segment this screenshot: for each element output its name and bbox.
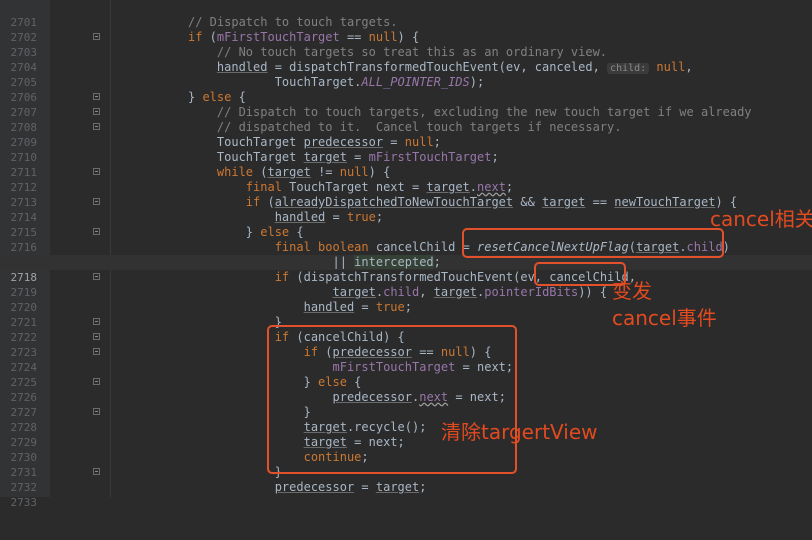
code-line: 2708 // Dispatch to touch targets, exclu… (0, 105, 812, 134)
annotation-trigger-line1: 变发 (612, 279, 652, 303)
fold-marker-icon[interactable] (93, 273, 100, 280)
code-line: 2702 // Dispatch to touch targets. (0, 15, 812, 44)
line-number: 2733 (10, 496, 38, 509)
code-text: TouchTarget.ALL_POINTER_IDS); (188, 75, 485, 89)
code-text: handled = true; (274, 210, 384, 224)
code-line: 2715 handled = true; (0, 210, 812, 239)
code-text: || intercepted; (188, 255, 441, 269)
code-line: 2704 // No touch targets so treat this a… (0, 45, 812, 74)
code-text: handled = true; (303, 300, 412, 314)
code-line: 2701 (0, 0, 812, 29)
fold-marker-icon[interactable] (93, 378, 100, 385)
code-line: 2711 TouchTarget target = mFirstTouchTar… (0, 150, 812, 179)
code-line: 2710 TouchTarget predecessor = null; (0, 135, 812, 164)
comment: // Dispatch to touch targets, excluding … (216, 105, 752, 119)
parameter-hint: child: (607, 63, 650, 74)
code-text: // Dispatch to touch targets. (188, 15, 398, 30)
annotation-box-reset-flag (462, 228, 724, 258)
code-line: 2713 final TouchTarget next = target.nex… (0, 180, 812, 209)
code-text: target.child, target.pointerIdBits)) { (332, 285, 608, 299)
annotation-clear-target: 清除targertView (441, 420, 598, 444)
comment: // Dispatch to touch targets. (188, 15, 398, 29)
code-text: if (alreadyDispatchedToNewTouchTarget &&… (245, 195, 738, 209)
code-text: // Dispatch to touch targets, excluding … (188, 105, 752, 120)
comment: // No touch targets so treat this as an … (216, 45, 608, 59)
comment: // dispatched to it. Cancel touch target… (216, 120, 622, 134)
code-text: while (target != null) { (216, 165, 391, 179)
annotation-trigger-line2: cancel事件 (612, 306, 717, 330)
fold-marker-icon[interactable] (93, 333, 100, 340)
code-line: 2709 // dispatched to it. Cancel touch t… (0, 120, 812, 149)
code-line: 2703 if (mFirstTouchTarget == null) { (0, 30, 812, 59)
code-text: TouchTarget predecessor = null; (188, 135, 441, 149)
fold-marker-icon[interactable] (93, 468, 100, 475)
code-line: 2707 } else { (0, 90, 812, 119)
code-line: 2705 handled = dispatchTransformedTouchE… (0, 60, 812, 89)
code-line: 2712 while (target != null) { (0, 165, 812, 194)
code-line: 2720 target.child, target.pointerIdBits)… (0, 285, 812, 314)
code-line: 2733 predecessor = target; (0, 480, 812, 509)
fold-marker-icon[interactable] (93, 168, 100, 175)
fold-marker-icon[interactable] (93, 348, 100, 355)
fold-marker-icon[interactable] (93, 108, 100, 115)
code-text: predecessor = target; (274, 480, 427, 494)
fold-marker-icon[interactable] (93, 228, 100, 235)
code-text: // dispatched to it. Cancel touch target… (188, 120, 622, 135)
annotation-box-cancel-block (267, 325, 517, 474)
code-text: TouchTarget target = mFirstTouchTarget; (188, 150, 499, 164)
code-line: 2719 if (dispatchTransformedTouchEvent(e… (0, 270, 812, 299)
code-line: 2706 TouchTarget.ALL_POINTER_IDS); (0, 75, 812, 104)
fold-marker-icon[interactable] (93, 198, 100, 205)
code-text: handled = dispatchTransformedTouchEvent(… (216, 60, 693, 74)
fold-marker-icon[interactable] (93, 318, 100, 325)
fold-marker-icon[interactable] (93, 33, 100, 40)
code-text: final TouchTarget next = target.next; (245, 180, 514, 194)
code-text: } else { (188, 90, 246, 104)
fold-marker-icon[interactable] (93, 123, 100, 130)
code-text: // No touch targets so treat this as an … (188, 45, 607, 60)
code-text: if (mFirstTouchTarget == null) { (188, 30, 420, 44)
code-line: 2714 if (alreadyDispatchedToNewTouchTarg… (0, 195, 812, 224)
fold-marker-icon[interactable] (93, 93, 100, 100)
fold-marker-icon[interactable] (93, 408, 100, 415)
code-text: } else { (188, 225, 304, 239)
annotation-cancel-related: cancel相关 (710, 207, 812, 231)
